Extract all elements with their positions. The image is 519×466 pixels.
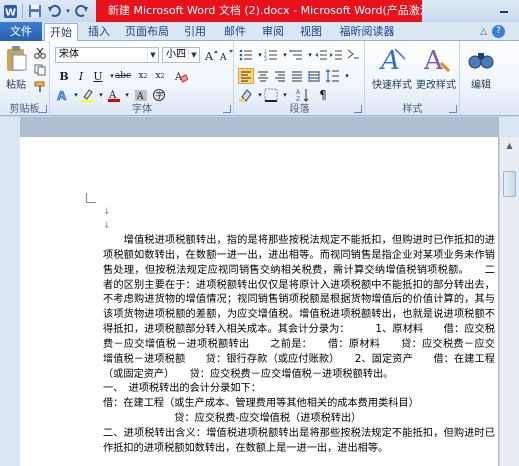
paragraph-group: ▾ 123 ▾ ▾ ▾ ▾ ▾ A Z ¶ 段落: [235, 41, 365, 116]
vertical-ruler: [0, 137, 20, 466]
svg-text:A: A: [204, 50, 214, 62]
styles-group-label: 样式: [402, 104, 423, 115]
body-paragraph: 贷：应交税费-应交增值税（进项税转出）: [103, 413, 362, 425]
body-paragraph: 一、 进项税转出的会计分录如下：: [103, 383, 261, 395]
italic-icon[interactable]: I: [73, 68, 89, 84]
window-title: 新建 Microsoft Word 文档 (2).docx - Microsof…: [96, 0, 422, 22]
chinese-layout-icon[interactable]: [345, 47, 361, 63]
chevron-down-icon: ▼: [188, 48, 199, 62]
clipboard-group: 粘贴 剪贴板: [0, 41, 50, 116]
bold-icon[interactable]: B: [56, 68, 72, 84]
editing-button[interactable]: 编辑: [463, 45, 499, 91]
paragraph-mark-icon: ↓: [103, 207, 111, 217]
binoculars-icon: [468, 53, 494, 69]
title-bar: W ▾ ▾ 新建 Microsoft Word 文档 (2).docx - Mi…: [0, 0, 519, 22]
font-group-label: 字体: [132, 104, 152, 115]
svg-text:A: A: [296, 89, 301, 96]
change-styles-button[interactable]: A 更改样式: [414, 45, 458, 91]
tab-references[interactable]: 引用: [180, 23, 210, 41]
help-icon[interactable]: ?: [492, 25, 505, 38]
subscript-icon[interactable]: x2: [135, 68, 151, 84]
svg-text:A: A: [423, 46, 444, 73]
styles-launcher-icon[interactable]: [449, 105, 457, 113]
paragraph-group-label: 段落: [289, 104, 310, 115]
paragraph-mark-icon: ↓: [103, 221, 111, 231]
tab-review[interactable]: 审阅: [258, 23, 288, 41]
tab-home[interactable]: 开始: [44, 23, 78, 42]
body-paragraph: 借：在建工程（或生产成本、管理费用等其他相关的成本费用类科目）: [103, 398, 419, 410]
tab-insert[interactable]: 插入: [84, 23, 114, 41]
tab-page-layout[interactable]: 页面布局: [122, 23, 172, 41]
svg-text:W: W: [4, 7, 15, 18]
document-page[interactable]: ↓ ↓ 增值税进项税额转出，指的是将那些按税法规定不能抵扣，但购进时已作抵扣的进…: [20, 137, 498, 466]
scroll-thumb[interactable]: [503, 171, 516, 197]
ruler-corner: [0, 117, 20, 137]
format-painter-icon[interactable]: [32, 79, 48, 95]
undo-dropdown-icon[interactable]: ▾: [65, 3, 71, 19]
save-icon[interactable]: [27, 3, 43, 19]
cut-icon[interactable]: [32, 45, 48, 61]
redo-icon[interactable]: [74, 3, 90, 19]
undo-icon[interactable]: [46, 3, 62, 19]
font-group: 宋体 ▼ 小四 ▼ A A B I U ▾ abc x2 x2 A A ▾ ▾: [51, 41, 234, 116]
increase-indent-icon[interactable]: [328, 47, 344, 63]
tab-view[interactable]: 视图: [296, 23, 326, 41]
minimize-icon[interactable]: [491, 1, 517, 19]
paragraph-launcher-icon[interactable]: [354, 105, 362, 113]
align-right-icon[interactable]: [272, 68, 288, 84]
distributed-icon[interactable]: [306, 68, 322, 84]
tab-mailings[interactable]: 邮件: [220, 23, 250, 41]
paste-button[interactable]: 粘贴: [3, 45, 29, 91]
styles-group: A 快速样式 A 更改样式 样式: [366, 41, 460, 116]
svg-text:A: A: [219, 53, 227, 62]
body-paragraph: 二、进项税转出含义：增值税进项税额转出是将那些按税法规定不能抵扣，但购进时已作抵…: [103, 427, 495, 454]
font-name-combo[interactable]: 宋体 ▼: [55, 47, 159, 63]
justify-icon[interactable]: [289, 68, 305, 84]
vertical-scrollbar[interactable]: ▲: [499, 137, 519, 466]
strikethrough-icon[interactable]: abc: [115, 68, 131, 84]
ribbon-tabs: 文件 开始 插入 页面布局 引用 邮件 审阅 视图 福昕阅读器 △ ?: [0, 22, 519, 42]
ruler-toggle-icon[interactable]: [499, 117, 519, 137]
word-logo-icon[interactable]: W: [2, 3, 18, 19]
line-spacing-dropdown-icon[interactable]: ▾: [339, 68, 355, 84]
crop-mark: [86, 193, 96, 203]
grow-font-icon[interactable]: A: [203, 47, 219, 63]
body-paragraph: 增值税进项税额转出，指的是将那些按税法规定不能抵扣，但购进时已作抵扣的进项税额如…: [103, 235, 495, 380]
clear-formatting-icon[interactable]: A: [173, 68, 189, 84]
document-body[interactable]: 增值税进项税额转出，指的是将那些按税法规定不能抵扣，但购进时已作抵扣的进项税额如…: [103, 234, 495, 457]
decrease-indent-icon[interactable]: [313, 47, 329, 63]
superscript-icon[interactable]: x2: [152, 68, 168, 84]
font-size-combo[interactable]: 小四 ▼: [162, 47, 200, 63]
ribbon: 粘贴 剪贴板 宋体 ▼ 小四 ▼ A A B I U ▾ abc x 2 x 2…: [0, 41, 519, 116]
align-left-icon[interactable]: [238, 68, 254, 84]
shrink-font-icon[interactable]: A: [218, 47, 234, 63]
quick-styles-button[interactable]: A 快速样式: [370, 45, 414, 91]
tab-foxit-reader[interactable]: 福昕阅读器: [334, 23, 400, 41]
scroll-up-icon[interactable]: ▲: [503, 139, 516, 152]
editing-group: 编辑: [461, 41, 501, 116]
quick-access-toolbar: W ▾ ▾: [2, 2, 109, 20]
align-center-icon[interactable]: [255, 68, 271, 84]
paste-icon: [7, 46, 27, 71]
tab-file[interactable]: 文件: [0, 22, 42, 41]
change-styles-icon: A: [423, 46, 451, 76]
chevron-down-icon: ▼: [147, 48, 158, 62]
quick-styles-icon: A: [379, 46, 406, 76]
minimize-ribbon-icon[interactable]: △: [480, 27, 487, 37]
svg-text:3: 3: [264, 57, 267, 62]
clipboard-launcher-icon[interactable]: [39, 105, 47, 113]
copy-icon[interactable]: [32, 62, 48, 78]
font-launcher-icon[interactable]: [223, 105, 231, 113]
svg-text:字: 字: [156, 90, 164, 100]
